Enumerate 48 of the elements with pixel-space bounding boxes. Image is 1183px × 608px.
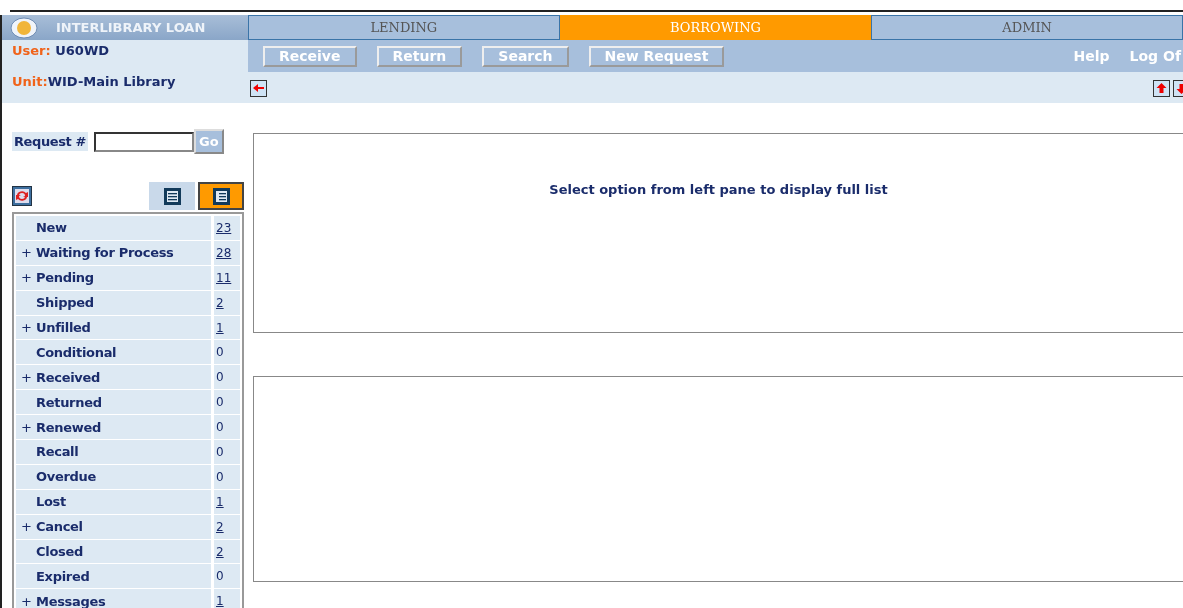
list-icon [212, 187, 230, 205]
status-item[interactable]: Recall [16, 440, 211, 464]
count-text: 0 [214, 564, 240, 589]
count-link[interactable]: 1 [214, 489, 240, 514]
status-item[interactable]: New [16, 216, 211, 240]
status-item[interactable]: + Messages [16, 589, 211, 608]
status-item[interactable]: Returned [16, 390, 211, 415]
status-item[interactable]: Lost [16, 489, 211, 514]
status-item[interactable]: Expired [16, 564, 211, 589]
count-link[interactable]: 2 [214, 290, 240, 315]
view-toggle[interactable] [198, 182, 244, 210]
status-item[interactable]: + Unfilled [16, 315, 211, 340]
status-item[interactable]: Shipped [16, 290, 211, 315]
count-text: 0 [214, 415, 240, 439]
tab[interactable]: LENDING [248, 15, 560, 40]
request-label: Request # [12, 132, 88, 151]
arrow-up-icon[interactable] [1153, 80, 1170, 97]
request-field[interactable] [94, 131, 194, 152]
logo-icon [10, 16, 38, 39]
status-item[interactable]: Closed [16, 539, 211, 564]
pane-message: Select option from left pane to display full list [549, 182, 888, 198]
tab[interactable]: ADMIN [871, 15, 1183, 40]
status-item[interactable]: Conditional [16, 340, 211, 365]
count-link[interactable]: 23 [214, 216, 240, 240]
count-link[interactable]: 2 [214, 539, 240, 564]
status-item[interactable]: Overdue [16, 464, 211, 489]
status-item[interactable]: + Received [16, 365, 211, 390]
count-link[interactable]: 1 [214, 589, 240, 608]
status-item[interactable]: + Waiting for Process [16, 240, 211, 265]
count-link[interactable]: 1 [214, 315, 240, 340]
count-text: 0 [214, 340, 240, 365]
count-link[interactable]: 2 [214, 514, 240, 539]
count-link[interactable]: 11 [214, 265, 240, 290]
app-title: INTERLIBRARY LOAN [56, 20, 206, 35]
count-text: 0 [214, 365, 240, 390]
count-text: 0 [214, 390, 240, 415]
status-item[interactable]: + Renewed [16, 415, 211, 439]
user-line: User: U60WD [11, 42, 111, 60]
refresh-icon[interactable] [12, 186, 32, 206]
status-item[interactable]: + Pending [16, 265, 211, 290]
status-item[interactable]: + Cancel [16, 514, 211, 539]
count-link[interactable]: 28 [214, 240, 240, 265]
list-icon [163, 187, 181, 205]
count-text: 0 [214, 464, 240, 489]
collapse-pane-icon[interactable] [250, 80, 267, 97]
unit-line: Unit:WID-Main Library [11, 73, 177, 88]
count-text: 0 [214, 440, 240, 464]
arrow-down-icon[interactable] [1173, 80, 1183, 97]
